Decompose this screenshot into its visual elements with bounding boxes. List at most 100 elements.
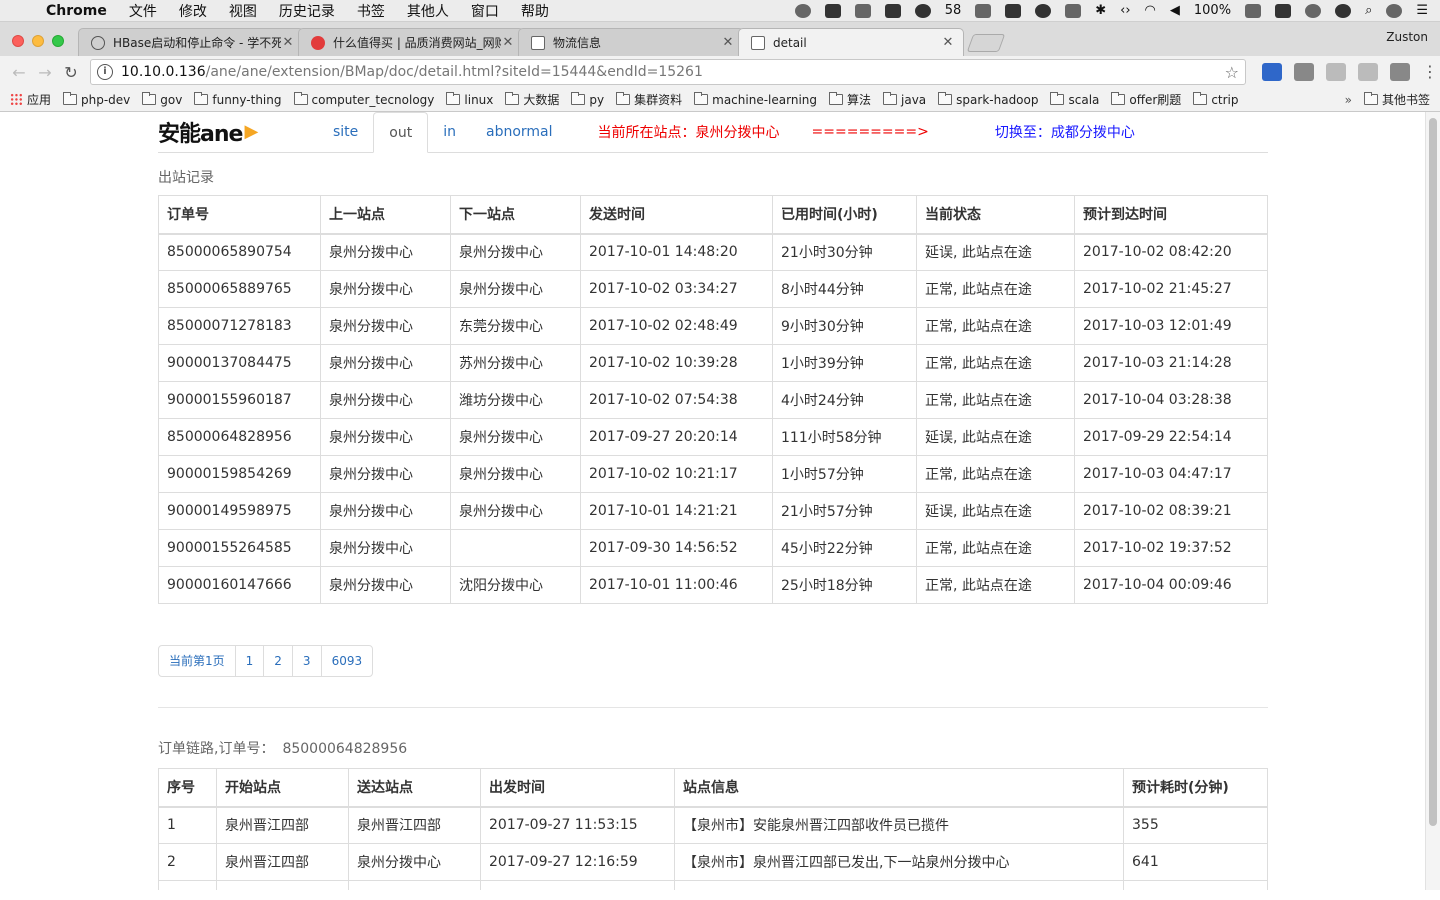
bookmark-folder[interactable]: computer_tecnology [293, 92, 434, 107]
address-bar[interactable]: i 10.10.0.136 /ane/ane/extension/BMap/do… [90, 59, 1246, 85]
pager-page[interactable]: 2 [263, 646, 292, 676]
menu-people[interactable]: 其他人 [407, 1, 449, 21]
switch-station-link[interactable]: 切换至：成都分拨中心 [995, 112, 1135, 152]
page-scrollbar[interactable] [1425, 112, 1440, 890]
screenshot-icon[interactable] [975, 3, 992, 18]
extension-baidu-icon[interactable] [1262, 63, 1282, 81]
bookmarks-overflow-icon[interactable]: » [1345, 93, 1352, 107]
info-icon[interactable]: i [97, 64, 113, 80]
bookmark-label: funny-thing [212, 92, 282, 107]
back-icon[interactable]: ← [8, 61, 30, 83]
scrollbar-thumb[interactable] [1429, 118, 1437, 826]
wps-icon[interactable] [794, 3, 811, 18]
table-cell: 21小时30分钟 [772, 233, 917, 271]
bookmark-apps[interactable]: 应用 [10, 91, 51, 108]
browser-tab[interactable]: 物流信息 ✕ [518, 28, 744, 56]
alfred-icon[interactable] [854, 3, 871, 18]
menu-dots-icon[interactable]: ⋮ [1422, 63, 1438, 81]
code-icon[interactable]: ‹› [1120, 3, 1130, 18]
bookmark-folder[interactable]: linux [446, 92, 493, 107]
star-icon[interactable]: ☆ [1225, 63, 1239, 82]
profile-name[interactable]: Zuston [1386, 30, 1428, 44]
page-viewport: 安能ane ▶ site out in abnormal 当前所在站点：泉州分拨中… [0, 112, 1440, 890]
extension-chart-icon[interactable] [1390, 63, 1410, 81]
notification-center-icon[interactable]: ☰ [1416, 3, 1428, 18]
evernote-icon[interactable] [824, 3, 841, 18]
extension-off-icon[interactable] [1326, 63, 1346, 81]
close-tab-icon[interactable]: ✕ [721, 35, 735, 50]
new-tab-button[interactable] [966, 34, 1006, 52]
table-cell: 2017-10-02 10:21:17 [580, 455, 773, 493]
browser-tab-active[interactable]: detail ✕ [738, 28, 964, 56]
table-cell: 泉州分拨中心 [320, 270, 451, 308]
dropbox-icon[interactable] [1275, 3, 1292, 18]
clock-icon[interactable] [1305, 3, 1322, 18]
table-cell: 2017-09-27 12:16:59 [480, 843, 675, 881]
bookmark-folder[interactable]: spark-hadoop [938, 92, 1039, 107]
bookmark-folder[interactable]: gov [142, 92, 182, 107]
table-cell: 泉州晋江四部 [216, 806, 349, 844]
table-cell: 1小时39分钟 [772, 344, 917, 382]
user-icon[interactable] [1335, 3, 1352, 18]
table-cell: 正常, 此站点在途 [916, 566, 1075, 604]
folder-icon [446, 92, 461, 105]
close-tab-icon[interactable]: ✕ [941, 35, 955, 50]
bookmark-folder[interactable]: funny-thing [194, 92, 282, 107]
menu-file[interactable]: 文件 [129, 1, 157, 21]
menu-help[interactable]: 帮助 [521, 1, 549, 21]
menu-bookmarks[interactable]: 书签 [357, 1, 385, 21]
usb-icon[interactable] [1065, 3, 1082, 18]
table-cell: 90000160147666 [158, 566, 321, 604]
forward-icon[interactable]: → [34, 61, 56, 83]
reload-icon[interactable]: ↻ [60, 61, 82, 83]
pager-page[interactable]: 1 [234, 646, 264, 676]
close-tab-icon[interactable]: ✕ [501, 35, 515, 50]
browser-tab[interactable]: 什么值得买 | 品质消费网站_网购 ✕ [298, 28, 524, 56]
send-icon[interactable] [1005, 3, 1022, 18]
zoom-window-button[interactable] [52, 35, 64, 47]
extension-pen-icon[interactable] [1358, 63, 1378, 81]
bookmark-folder[interactable]: 大数据 [505, 91, 559, 108]
bookmark-folder[interactable]: php-dev [63, 92, 130, 107]
docker-icon[interactable] [884, 3, 901, 18]
bookmark-label: spark-hadoop [956, 92, 1039, 107]
battery-icon[interactable] [1245, 3, 1262, 18]
pager-current[interactable]: 当前第1页 [159, 646, 235, 676]
close-tab-icon[interactable]: ✕ [281, 35, 295, 50]
siri-icon[interactable] [1386, 3, 1403, 18]
apple-icon[interactable] [12, 3, 28, 19]
menu-view[interactable]: 视图 [229, 1, 257, 21]
nav-tab-in[interactable]: in [428, 112, 471, 152]
spotlight-icon[interactable]: ⌕ [1365, 3, 1372, 18]
wechat-icon[interactable] [914, 3, 931, 18]
menu-history[interactable]: 历史记录 [279, 1, 335, 21]
cloud-icon[interactable] [1035, 3, 1052, 18]
out-section-title: 出站记录 [158, 170, 214, 186]
pager-page[interactable]: 3 [291, 646, 321, 676]
bluetooth-icon[interactable]: ✱ [1095, 3, 1106, 18]
bookmark-folder-other[interactable]: 其他书签 [1363, 91, 1430, 108]
pager-last[interactable]: 6093 [320, 646, 373, 676]
menu-window[interactable]: 窗口 [471, 1, 499, 21]
nav-tab-site[interactable]: site [318, 112, 373, 152]
menu-edit[interactable]: 修改 [179, 1, 207, 21]
bookmark-folder[interactable]: scala [1050, 92, 1099, 107]
bookmark-folder[interactable]: 集群资料 [616, 91, 682, 108]
close-window-button[interactable] [12, 35, 24, 47]
browser-tab[interactable]: HBase启动和停止命令 - 学不死 ✕ [78, 28, 304, 56]
bookmark-folder[interactable]: machine-learning [694, 92, 817, 107]
bookmark-folder[interactable]: java [883, 92, 926, 107]
bookmark-folder[interactable]: 算法 [829, 91, 871, 108]
minimize-window-button[interactable] [32, 35, 44, 47]
bookmark-folder[interactable]: ctrip [1193, 92, 1239, 107]
nav-tab-out[interactable]: out [373, 112, 429, 153]
nav-tab-abnormal[interactable]: abnormal [471, 112, 568, 152]
volume-icon[interactable]: ◀ [1170, 3, 1180, 18]
bookmark-folder[interactable]: offer刷题 [1111, 91, 1181, 108]
table-cell: 85000065890754 [158, 233, 321, 271]
wifi-icon[interactable]: ◠ [1145, 3, 1156, 18]
menu-app-chrome[interactable]: Chrome [46, 3, 107, 19]
bookmark-folder[interactable]: py [571, 92, 604, 107]
extension-download-icon[interactable] [1294, 63, 1314, 81]
table-cell: 延误, 此站点在途 [916, 492, 1075, 530]
